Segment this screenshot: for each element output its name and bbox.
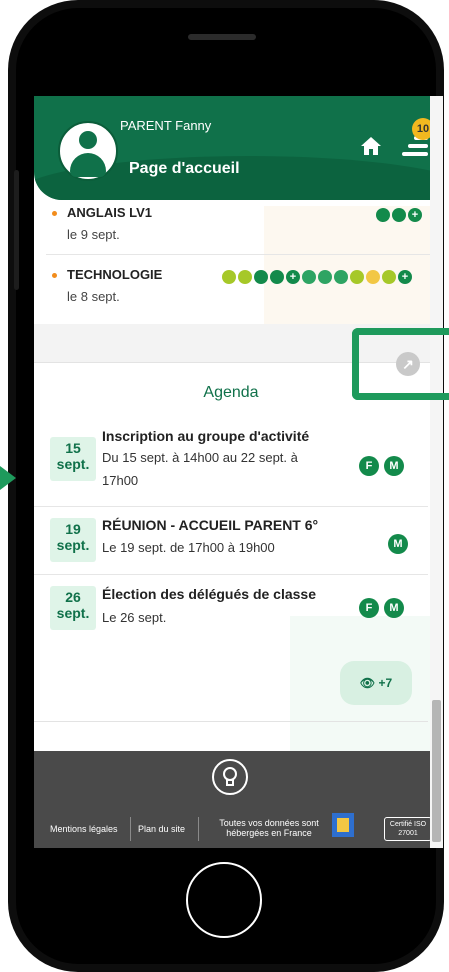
eval-date: le 8 sept. — [67, 289, 120, 304]
event-when: Le 26 sept. — [102, 610, 167, 625]
phone-speaker — [188, 34, 256, 40]
sitemap-link[interactable]: Plan du site — [138, 824, 185, 834]
grade-plus-dot: + — [398, 270, 412, 284]
show-more-events-button[interactable]: 👁 +7 — [340, 661, 412, 705]
eval-date: le 9 sept. — [67, 227, 120, 242]
divider — [198, 817, 199, 841]
watermark-star-decoration — [264, 206, 443, 326]
event-title[interactable]: Élection des délégués de classe — [102, 586, 316, 602]
divider — [34, 574, 428, 575]
event-when-cont: 17h00 — [102, 473, 139, 488]
event-day: 15 — [65, 440, 81, 456]
hosting-text: Toutes vos données sont hébergées en Fra… — [214, 818, 324, 838]
list-bullet — [52, 211, 57, 216]
list-bullet — [52, 273, 57, 278]
page-title: Page d'accueil — [129, 160, 240, 177]
event-title[interactable]: RÉUNION - ACCUEIL PARENT 6° — [102, 517, 318, 533]
event-date-badge: 19 sept. — [50, 518, 96, 562]
grade-dot — [270, 270, 284, 284]
app-header: PARENT Fanny Page d'accueil 10 — [34, 96, 443, 200]
event-date-badge: 15 sept. — [50, 437, 96, 481]
event-month: sept. — [56, 537, 90, 553]
tag-f-circle: F — [359, 456, 379, 476]
tag-f-circle: F — [359, 598, 379, 618]
eval-subject[interactable]: ANGLAIS LV1 — [67, 205, 152, 220]
tag-m-circle: M — [384, 456, 404, 476]
grade-dot — [376, 208, 390, 222]
divider — [34, 506, 428, 507]
grade-dot — [222, 270, 236, 284]
grade-plus-dot: + — [408, 208, 422, 222]
grade-plus-dot: + — [286, 270, 300, 284]
app-screen: ANGLAIS LV1 le 9 sept. + TECHNOLOGIE le … — [34, 96, 443, 848]
hosting-logo-detail — [337, 818, 349, 832]
event-day: 19 — [65, 521, 81, 537]
grade-dot — [334, 270, 348, 284]
grade-dot — [318, 270, 332, 284]
more-count: +7 — [378, 676, 393, 690]
grade-dot — [302, 270, 316, 284]
pointer-arrow-icon — [0, 466, 16, 490]
avatar-body — [70, 153, 106, 177]
user-name: PARENT Fanny — [120, 118, 212, 133]
event-when: Du 15 sept. à 14h00 au 22 sept. à — [102, 450, 298, 465]
hosting-line-1: Toutes vos données sont — [219, 818, 319, 828]
event-date-badge: 26 sept. — [50, 586, 96, 630]
eye-icon: 👁 — [359, 676, 376, 690]
grade-dot — [238, 270, 252, 284]
event-day: 26 — [65, 589, 81, 605]
site-footer: Mentions légales Plan du site Toutes vos… — [34, 751, 443, 848]
eval-subject[interactable]: TECHNOLOGIE — [67, 267, 162, 282]
event-title[interactable]: Inscription au groupe d'activité — [102, 428, 309, 444]
event-when: Le 19 sept. de 17h00 à 19h00 — [102, 540, 275, 555]
divider — [130, 817, 131, 841]
grade-dot — [392, 208, 406, 222]
lightbulb-icon[interactable] — [212, 759, 248, 795]
hosting-line-2: hébergées en France — [226, 828, 312, 838]
home-icon[interactable] — [360, 136, 382, 156]
highlight-annotation-frame — [352, 328, 449, 400]
phone-home-button[interactable] — [186, 862, 262, 938]
grade-dot — [366, 270, 380, 284]
grade-dot — [254, 270, 268, 284]
event-month: sept. — [56, 456, 90, 472]
iso-line-1: Certifié ISO — [389, 821, 427, 828]
divider — [46, 254, 430, 255]
iso-line-2: 27001 — [398, 830, 418, 837]
grade-dot — [382, 270, 396, 284]
iso-certification-badge: Certifié ISO 27001 — [384, 817, 432, 841]
grade-dot — [350, 270, 364, 284]
legal-link[interactable]: Mentions légales — [50, 824, 118, 834]
avatar-head — [79, 131, 97, 149]
avatar[interactable] — [58, 121, 118, 181]
tag-m-circle: M — [388, 534, 408, 554]
phone-side-button — [14, 170, 19, 290]
tag-m-circle: M — [384, 598, 404, 618]
event-month: sept. — [56, 605, 90, 621]
scrollbar-thumb[interactable] — [432, 700, 441, 842]
divider — [34, 721, 428, 722]
